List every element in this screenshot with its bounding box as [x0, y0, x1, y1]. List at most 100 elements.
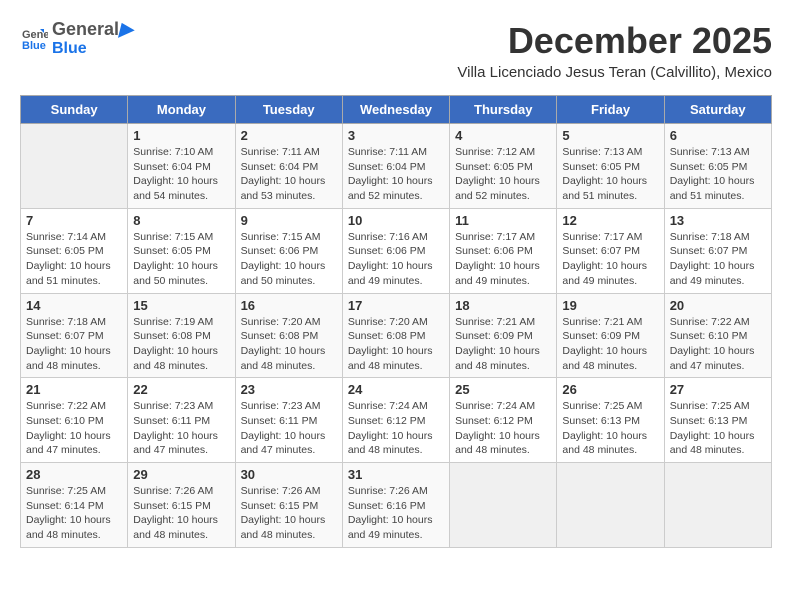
day-number: 29 [133, 467, 229, 482]
calendar-cell-w3d0: 21 Sunrise: 7:22 AMSunset: 6:10 PMDayligh… [21, 378, 128, 463]
dow-header-sunday: Sunday [21, 96, 128, 124]
dow-header-thursday: Thursday [450, 96, 557, 124]
day-info: Sunrise: 7:18 AMSunset: 6:07 PMDaylight:… [26, 315, 122, 374]
day-number: 17 [348, 298, 444, 313]
dow-header-monday: Monday [128, 96, 235, 124]
calendar-cell-w2d2: 16 Sunrise: 7:20 AMSunset: 6:08 PMDayligh… [235, 293, 342, 378]
day-number: 8 [133, 213, 229, 228]
day-number: 27 [670, 382, 766, 397]
calendar-cell-w1d4: 11 Sunrise: 7:17 AMSunset: 6:06 PMDayligh… [450, 208, 557, 293]
day-info: Sunrise: 7:25 AMSunset: 6:14 PMDaylight:… [26, 484, 122, 543]
calendar-cell-w0d1: 1 Sunrise: 7:10 AMSunset: 6:04 PMDaylight… [128, 124, 235, 209]
day-number: 19 [562, 298, 658, 313]
title-section: December 2025 Villa Licenciado Jesus Ter… [457, 20, 772, 81]
day-info: Sunrise: 7:17 AMSunset: 6:07 PMDaylight:… [562, 230, 658, 289]
calendar-cell-w2d6: 20 Sunrise: 7:22 AMSunset: 6:10 PMDayligh… [664, 293, 771, 378]
calendar-table: SundayMondayTuesdayWednesdayThursdayFrid… [20, 95, 772, 548]
day-info: Sunrise: 7:21 AMSunset: 6:09 PMDaylight:… [455, 315, 551, 374]
calendar-cell-w3d4: 25 Sunrise: 7:24 AMSunset: 6:12 PMDayligh… [450, 378, 557, 463]
day-info: Sunrise: 7:21 AMSunset: 6:09 PMDaylight:… [562, 315, 658, 374]
day-info: Sunrise: 7:26 AMSunset: 6:15 PMDaylight:… [241, 484, 337, 543]
day-number: 5 [562, 128, 658, 143]
calendar-cell-w0d2: 2 Sunrise: 7:11 AMSunset: 6:04 PMDaylight… [235, 124, 342, 209]
day-info: Sunrise: 7:22 AMSunset: 6:10 PMDaylight:… [26, 399, 122, 458]
day-info: Sunrise: 7:13 AMSunset: 6:05 PMDaylight:… [562, 145, 658, 204]
svg-text:Blue: Blue [22, 40, 46, 52]
logo-icon: General Blue [20, 25, 48, 53]
day-info: Sunrise: 7:15 AMSunset: 6:06 PMDaylight:… [241, 230, 337, 289]
calendar-cell-w2d1: 15Sunrise: 7:19 AMSunset: 6:08 PMDayligh… [128, 293, 235, 378]
day-number: 22 [133, 382, 229, 397]
day-info: Sunrise: 7:12 AMSunset: 6:05 PMDaylight:… [455, 145, 551, 204]
calendar-cell-w1d3: 10 Sunrise: 7:16 AMSunset: 6:06 PMDayligh… [342, 208, 449, 293]
day-number: 1 [133, 128, 229, 143]
day-number: 9 [241, 213, 337, 228]
calendar-cell-w4d2: 30 Sunrise: 7:26 AMSunset: 6:15 PMDayligh… [235, 463, 342, 548]
calendar-cell-w2d5: 19 Sunrise: 7:21 AMSunset: 6:09 PMDayligh… [557, 293, 664, 378]
day-number: 31 [348, 467, 444, 482]
day-info: Sunrise: 7:22 AMSunset: 6:10 PMDaylight:… [670, 315, 766, 374]
calendar-cell-w4d5 [557, 463, 664, 548]
day-info: Sunrise: 7:17 AMSunset: 6:06 PMDaylight:… [455, 230, 551, 289]
day-number: 21 [26, 382, 122, 397]
calendar-cell-w4d0: 28 Sunrise: 7:25 AMSunset: 6:14 PMDayligh… [21, 463, 128, 548]
calendar-cell-w2d0: 14 Sunrise: 7:18 AMSunset: 6:07 PMDayligh… [21, 293, 128, 378]
subtitle: Villa Licenciado Jesus Teran (Calvillito… [457, 64, 772, 81]
calendar-cell-w1d0: 7Sunrise: 7:14 AMSunset: 6:05 PMDaylight… [21, 208, 128, 293]
day-info: Sunrise: 7:20 AMSunset: 6:08 PMDaylight:… [348, 315, 444, 374]
day-info: Sunrise: 7:10 AMSunset: 6:04 PMDaylight:… [133, 145, 229, 204]
day-number: 12 [562, 213, 658, 228]
calendar-cell-w1d5: 12 Sunrise: 7:17 AMSunset: 6:07 PMDayligh… [557, 208, 664, 293]
calendar-cell-w2d4: 18Sunrise: 7:21 AMSunset: 6:09 PMDayligh… [450, 293, 557, 378]
day-info: Sunrise: 7:25 AMSunset: 6:13 PMDaylight:… [670, 399, 766, 458]
calendar-cell-w3d2: 23 Sunrise: 7:23 AMSunset: 6:11 PMDayligh… [235, 378, 342, 463]
day-info: Sunrise: 7:16 AMSunset: 6:06 PMDaylight:… [348, 230, 444, 289]
day-info: Sunrise: 7:20 AMSunset: 6:08 PMDaylight:… [241, 315, 337, 374]
day-info: Sunrise: 7:26 AMSunset: 6:16 PMDaylight:… [348, 484, 444, 543]
day-number: 16 [241, 298, 337, 313]
day-info: Sunrise: 7:13 AMSunset: 6:05 PMDaylight:… [670, 145, 766, 204]
day-info: Sunrise: 7:11 AMSunset: 6:04 PMDaylight:… [348, 145, 444, 204]
day-info: Sunrise: 7:26 AMSunset: 6:15 PMDaylight:… [133, 484, 229, 543]
day-number: 10 [348, 213, 444, 228]
day-number: 14 [26, 298, 122, 313]
calendar-cell-w0d3: 3 Sunrise: 7:11 AMSunset: 6:04 PMDaylight… [342, 124, 449, 209]
day-info: Sunrise: 7:18 AMSunset: 6:07 PMDaylight:… [670, 230, 766, 289]
dow-header-wednesday: Wednesday [342, 96, 449, 124]
day-number: 23 [241, 382, 337, 397]
day-info: Sunrise: 7:11 AMSunset: 6:04 PMDaylight:… [241, 145, 337, 204]
calendar-cell-w3d6: 27 Sunrise: 7:25 AMSunset: 6:13 PMDayligh… [664, 378, 771, 463]
calendar-cell-w0d4: 4 Sunrise: 7:12 AMSunset: 6:05 PMDaylight… [450, 124, 557, 209]
calendar-cell-w4d3: 31 Sunrise: 7:26 AMSunset: 6:16 PMDayligh… [342, 463, 449, 548]
calendar-cell-w3d3: 24 Sunrise: 7:24 AMSunset: 6:12 PMDayligh… [342, 378, 449, 463]
day-number: 7 [26, 213, 122, 228]
day-info: Sunrise: 7:24 AMSunset: 6:12 PMDaylight:… [455, 399, 551, 458]
calendar-cell-w4d4 [450, 463, 557, 548]
day-number: 11 [455, 213, 551, 228]
day-number: 28 [26, 467, 122, 482]
day-number: 2 [241, 128, 337, 143]
day-number: 30 [241, 467, 337, 482]
day-number: 25 [455, 382, 551, 397]
day-number: 26 [562, 382, 658, 397]
calendar-cell-w1d6: 13Sunrise: 7:18 AMSunset: 6:07 PMDayligh… [664, 208, 771, 293]
dow-header-friday: Friday [557, 96, 664, 124]
day-number: 4 [455, 128, 551, 143]
calendar-cell-w0d0 [21, 124, 128, 209]
day-number: 6 [670, 128, 766, 143]
month-title: December 2025 [457, 20, 772, 62]
calendar-cell-w3d5: 26 Sunrise: 7:25 AMSunset: 6:13 PMDayligh… [557, 378, 664, 463]
day-info: Sunrise: 7:23 AMSunset: 6:11 PMDaylight:… [133, 399, 229, 458]
calendar-cell-w4d6 [664, 463, 771, 548]
day-info: Sunrise: 7:19 AMSunset: 6:08 PMDaylight:… [133, 315, 229, 374]
dow-header-saturday: Saturday [664, 96, 771, 124]
dow-header-tuesday: Tuesday [235, 96, 342, 124]
day-number: 24 [348, 382, 444, 397]
day-info: Sunrise: 7:23 AMSunset: 6:11 PMDaylight:… [241, 399, 337, 458]
day-number: 20 [670, 298, 766, 313]
day-number: 3 [348, 128, 444, 143]
day-info: Sunrise: 7:25 AMSunset: 6:13 PMDaylight:… [562, 399, 658, 458]
calendar-cell-w1d2: 9 Sunrise: 7:15 AMSunset: 6:06 PMDaylight… [235, 208, 342, 293]
calendar-cell-w0d6: 6 Sunrise: 7:13 AMSunset: 6:05 PMDaylight… [664, 124, 771, 209]
day-info: Sunrise: 7:24 AMSunset: 6:12 PMDaylight:… [348, 399, 444, 458]
